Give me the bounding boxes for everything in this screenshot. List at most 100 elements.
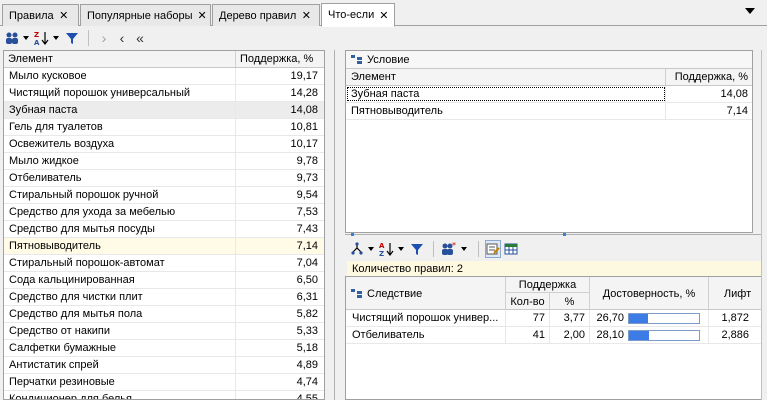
confidence-bar-fill [629, 330, 649, 340]
table-row[interactable]: Антистатик спрей 4,89 [4, 357, 324, 374]
edit-list-icon[interactable] [485, 240, 501, 258]
consequence-qty: 77 [506, 310, 550, 326]
filter-icon[interactable] [64, 29, 80, 47]
item-support: 5,18 [296, 342, 318, 354]
table-row[interactable]: Гель для туалетов 10,81 [4, 119, 324, 136]
table-row[interactable]: Средство для чистки плит 6,31 [4, 289, 324, 306]
item-support: 6,31 [296, 291, 318, 303]
consequence-confidence: 28,10 [590, 327, 709, 343]
column-header-element[interactable]: Элемент [346, 69, 666, 85]
tab-label: Правила [9, 9, 54, 22]
table-row[interactable]: Салфетки бумажные 5,18 [4, 340, 324, 357]
item-support: 4,89 [296, 359, 318, 371]
column-header-consequence[interactable]: Следствие [346, 277, 506, 310]
item-name: Средство для мытья посуды [4, 221, 236, 237]
close-icon[interactable]: ✕ [379, 9, 388, 22]
item-name: Мыло жидкое [4, 153, 236, 169]
vertical-scrollbar[interactable] [761, 50, 767, 400]
table-row[interactable]: Пятновыводитель 7,14 [4, 238, 324, 255]
consequence-lift: 2,886 [721, 329, 749, 341]
item-support: 7,43 [296, 223, 318, 235]
toolbar-separator [88, 30, 89, 46]
table-row[interactable]: Освежитель воздуха 10,17 [4, 136, 324, 153]
column-header-confidence[interactable]: Достоверность, % [590, 277, 709, 310]
item-name: Антистатик спрей [4, 357, 236, 373]
tab-rules-tree[interactable]: Дерево правил ✕ [212, 4, 320, 26]
close-icon[interactable]: ✕ [198, 9, 207, 22]
filter-icon[interactable] [409, 240, 425, 258]
column-header-lift[interactable]: Лифт [709, 277, 766, 310]
svg-text:Z: Z [34, 31, 39, 39]
column-header-support[interactable]: Поддержка, % [666, 69, 752, 85]
table-row[interactable]: Средство для мытья посуды 7,43 [4, 221, 324, 238]
column-header-qty[interactable]: Кол-во [506, 293, 550, 310]
back-icon[interactable]: ‹ [113, 30, 131, 46]
condition-row[interactable]: Зубная паста 14,08 [346, 86, 752, 103]
column-header-support[interactable]: Поддержка [506, 277, 590, 293]
tab-list-dropdown-icon[interactable] [745, 8, 755, 14]
tab-rules[interactable]: Правила ✕ [2, 4, 79, 26]
tab-label: Что-если [328, 9, 375, 21]
condition-row[interactable]: Пятновыводитель 7,14 [346, 103, 752, 120]
table-row[interactable]: Перчатки резиновые 4,74 [4, 374, 324, 391]
first-icon[interactable]: « [131, 30, 149, 46]
condition-title: Условие [367, 53, 410, 66]
item-support: 7,14 [296, 240, 318, 252]
tab-what-if[interactable]: Что-если ✕ [321, 3, 395, 27]
item-name: Отбеливатель [4, 170, 236, 186]
sort-az-icon[interactable]: AZ [379, 240, 395, 258]
column-header-element[interactable]: Элемент [4, 51, 236, 67]
item-support: 7,04 [296, 257, 318, 269]
table-row[interactable]: Отбеливатель 9,73 [4, 170, 324, 187]
table-row[interactable]: Средство для ухода за мебелью 7,53 [4, 204, 324, 221]
people-icon[interactable] [4, 29, 20, 47]
chevron-down-icon[interactable] [53, 36, 59, 40]
item-support: 6,50 [296, 274, 318, 286]
close-icon[interactable]: ✕ [59, 9, 69, 22]
chevron-down-icon[interactable] [23, 36, 29, 40]
table-row[interactable]: Средство для мытья пола 5,82 [4, 306, 324, 323]
tab-popular-sets[interactable]: Популярные наборы ✕ [80, 4, 211, 26]
table-row[interactable]: Чистящий порошок универсальный 14,28 [4, 85, 324, 102]
item-name: Салфетки бумажные [4, 340, 236, 356]
table-row[interactable]: Кондиционер для белья 4,55 [4, 391, 324, 399]
column-header-pct[interactable]: % [550, 293, 590, 310]
table-row[interactable]: Стиральный порошок ручной 9,54 [4, 187, 324, 204]
table-view-icon[interactable] [503, 240, 519, 258]
tab-label: Дерево правил [219, 9, 297, 22]
chevron-down-icon[interactable] [398, 247, 404, 251]
item-name: Стиральный порошок ручной [4, 187, 236, 203]
condition-item-name: Зубная паста [346, 86, 666, 102]
splitter[interactable] [325, 50, 345, 400]
table-row[interactable]: Стиральный порошок-автомат 7,04 [4, 255, 324, 272]
column-header-support[interactable]: Поддержка, % [236, 51, 324, 67]
forward-icon[interactable]: › [95, 30, 113, 46]
people-star-icon[interactable]: * [440, 240, 458, 258]
toolbar-separator [433, 241, 434, 257]
sort-az-icon[interactable]: ZA [34, 29, 50, 47]
grid-header: Элемент Поддержка, % [4, 51, 324, 68]
condition-header: Элемент Поддержка, % [346, 69, 752, 86]
table-row[interactable]: Средство от накипи 5,33 [4, 323, 324, 340]
item-support: 9,73 [296, 172, 318, 184]
condition-item-support: 7,14 [726, 105, 748, 117]
table-row[interactable]: Мыло кусковое 19,17 [4, 68, 324, 85]
consequence-name: Отбеливатель [346, 327, 506, 343]
close-icon[interactable]: ✕ [301, 9, 311, 22]
tree-icon [350, 288, 364, 300]
item-name: Пятновыводитель [4, 238, 236, 254]
tab-bar: Правила ✕ Популярные наборы ✕ Дерево пра… [0, 0, 767, 27]
consequence-row[interactable]: Чистящий порошок универ... 77 3,77 26,70 1,8… [346, 310, 766, 327]
table-row[interactable]: Сода кальцинированная 6,50 [4, 272, 324, 289]
table-row[interactable]: Зубная паста 14,08 [4, 102, 324, 119]
confidence-bar [628, 329, 700, 341]
chevron-down-icon[interactable] [461, 247, 467, 251]
condition-panel: Условие Элемент Поддержка, % Зубная паст… [345, 50, 753, 233]
item-name: Кондиционер для белья [4, 391, 236, 399]
tree-structure-icon[interactable] [349, 240, 365, 258]
table-row[interactable]: Мыло жидкое 9,78 [4, 153, 324, 170]
confidence-bar-fill [629, 313, 648, 323]
chevron-down-icon[interactable] [368, 247, 374, 251]
consequence-row[interactable]: Отбеливатель 41 2,00 28,10 2,886 [346, 327, 766, 344]
item-name: Средство для мытья пола [4, 306, 236, 322]
